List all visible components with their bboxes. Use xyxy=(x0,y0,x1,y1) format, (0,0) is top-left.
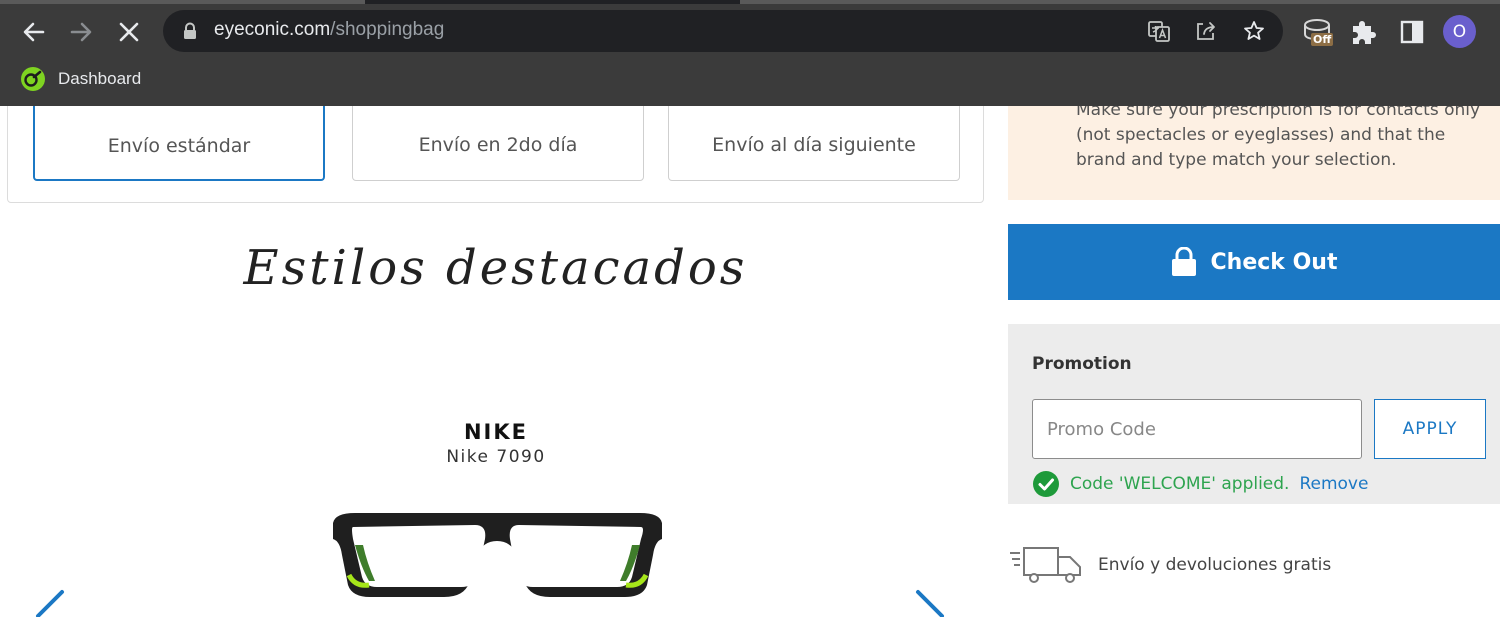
dashboard-favicon-icon xyxy=(21,67,45,91)
puzzle-icon xyxy=(1353,21,1376,44)
url-text[interactable]: eyeconic.com/shoppingbag xyxy=(214,19,444,41)
free-shipping-info: Envío y devoluciones gratis xyxy=(1008,545,1331,585)
address-bar[interactable]: eyeconic.com/shoppingbag xyxy=(163,10,1283,52)
carousel-next-arrow-icon[interactable] xyxy=(910,588,950,617)
side-panel-button[interactable] xyxy=(1394,14,1430,50)
side-panel-icon xyxy=(1400,20,1424,44)
share-icon[interactable] xyxy=(1194,19,1218,43)
lock-icon xyxy=(1171,247,1196,276)
tab-active[interactable] xyxy=(0,0,365,4)
bookmark-star-icon[interactable] xyxy=(1242,19,1266,43)
arrow-right-icon xyxy=(70,22,92,42)
tab-strip xyxy=(0,0,1500,4)
extension-badge: Off xyxy=(1311,33,1334,46)
featured-styles-heading: Estilos destacados xyxy=(243,240,748,296)
promotion-panel: Promotion APPLY Code 'WELCOME' applied. … xyxy=(1008,324,1500,504)
back-button[interactable] xyxy=(16,14,52,50)
apply-promo-button[interactable]: APPLY xyxy=(1374,399,1486,459)
shipping-option-second-day[interactable]: Envío en 2do día xyxy=(352,101,644,181)
check-circle-icon xyxy=(1033,471,1059,497)
forward-button[interactable] xyxy=(63,14,99,50)
extension-cookie-toggle[interactable]: Off xyxy=(1301,14,1337,50)
remove-promo-link[interactable]: Remove xyxy=(1299,474,1368,494)
url-path: /shoppingbag xyxy=(330,19,445,40)
carousel-prev-arrow-icon[interactable] xyxy=(30,588,70,617)
checkout-label: Check Out xyxy=(1210,249,1338,275)
product-model[interactable]: Nike 7090 xyxy=(346,447,646,467)
translate-icon[interactable] xyxy=(1147,19,1171,43)
stop-loading-button[interactable] xyxy=(111,14,147,50)
url-host: eyeconic.com xyxy=(214,19,331,40)
shipping-option-next-day[interactable]: Envío al día siguiente xyxy=(668,101,960,181)
product-brand[interactable]: NIKE xyxy=(346,420,646,444)
tab-inactive[interactable] xyxy=(740,0,1500,4)
shipping-option-standard[interactable]: Envío estándar xyxy=(33,101,325,181)
browser-toolbar: eyeconic.com/shoppingbag Off O Dashboard xyxy=(0,0,1500,106)
product-glasses-image[interactable] xyxy=(325,505,670,605)
bookmark-dashboard[interactable]: Dashboard xyxy=(20,66,141,92)
free-shipping-text: Envío y devoluciones gratis xyxy=(1098,555,1332,575)
profile-avatar[interactable]: O xyxy=(1443,15,1476,48)
close-icon xyxy=(119,22,139,42)
promo-code-input[interactable] xyxy=(1032,399,1362,459)
promo-status: Code 'WELCOME' applied. Remove xyxy=(1032,470,1368,498)
extensions-menu-button[interactable] xyxy=(1346,14,1382,50)
checkout-button[interactable]: Check Out xyxy=(1008,224,1500,300)
promotion-title: Promotion xyxy=(1032,354,1132,374)
bookmark-label: Dashboard xyxy=(58,69,142,88)
lock-icon[interactable] xyxy=(183,22,197,40)
promo-applied-text: Code 'WELCOME' applied. xyxy=(1070,474,1290,494)
delivery-truck-icon xyxy=(1010,547,1081,583)
arrow-left-icon xyxy=(23,22,45,42)
